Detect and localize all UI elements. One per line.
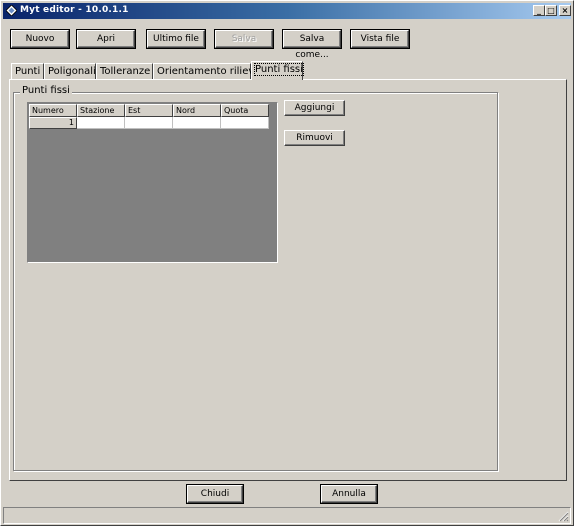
app-icon: [6, 5, 17, 16]
column-header-nord[interactable]: Nord: [173, 104, 221, 117]
main-window: Myt editor - 10.0.1.1 _ □ × Nuovo Apri U…: [0, 0, 574, 526]
groupbox-label: Punti fissi: [20, 85, 72, 96]
ultimo-file-button[interactable]: Ultimo file: [146, 29, 206, 49]
minimize-button[interactable]: _: [533, 5, 545, 16]
annulla-button[interactable]: Annulla: [320, 484, 378, 504]
close-button[interactable]: ×: [559, 5, 571, 16]
tab-label: Poligonali: [48, 66, 96, 77]
stazione-cell[interactable]: [77, 117, 125, 129]
column-header-numero[interactable]: Numero: [29, 104, 77, 117]
tab-label: Orientamento rilievo: [157, 66, 261, 77]
tab-poligonali[interactable]: Poligonali: [44, 63, 96, 79]
size-grip-icon[interactable]: [558, 511, 569, 522]
aggiungi-button[interactable]: Aggiungi: [284, 100, 345, 116]
row-number-cell[interactable]: 1: [29, 117, 77, 129]
maximize-icon: □: [547, 6, 555, 15]
maximize-button[interactable]: □: [545, 5, 557, 16]
est-cell[interactable]: [125, 117, 173, 129]
nord-cell[interactable]: [173, 117, 221, 129]
minimize-icon: _: [537, 6, 541, 15]
apri-button[interactable]: Apri: [76, 29, 136, 49]
chiudi-button[interactable]: Chiudi: [186, 484, 244, 504]
column-header-stazione[interactable]: Stazione: [77, 104, 125, 117]
close-icon: ×: [561, 6, 569, 15]
tab-tolleranze[interactable]: Tolleranze: [96, 63, 153, 79]
status-bar: [3, 507, 571, 524]
column-header-quota[interactable]: Quota: [221, 104, 269, 117]
salva-come-button[interactable]: Salva come...: [282, 29, 342, 60]
tab-label: Punti: [15, 66, 41, 77]
salva-button[interactable]: Salva: [214, 29, 274, 49]
rimuovi-button[interactable]: Rimuovi: [284, 130, 345, 146]
tab-label: Tolleranze: [100, 66, 151, 77]
tab-punti-fissi[interactable]: Punti fissi: [251, 61, 304, 80]
tab-label: Punti fissi: [254, 63, 304, 76]
punti-fissi-grid[interactable]: Numero Stazione Est Nord Quota 1: [27, 102, 278, 263]
title-bar[interactable]: Myt editor - 10.0.1.1 _ □ ×: [3, 3, 571, 19]
nuovo-button[interactable]: Nuovo: [10, 29, 70, 49]
vista-file-button[interactable]: Vista file: [350, 29, 410, 49]
tab-orientamento-rilievo[interactable]: Orientamento rilievo: [153, 63, 260, 79]
window-title: Myt editor - 10.0.1.1: [20, 5, 129, 15]
quota-cell[interactable]: [221, 117, 269, 129]
column-header-est[interactable]: Est: [125, 104, 173, 117]
tab-punti[interactable]: Punti: [11, 63, 44, 79]
